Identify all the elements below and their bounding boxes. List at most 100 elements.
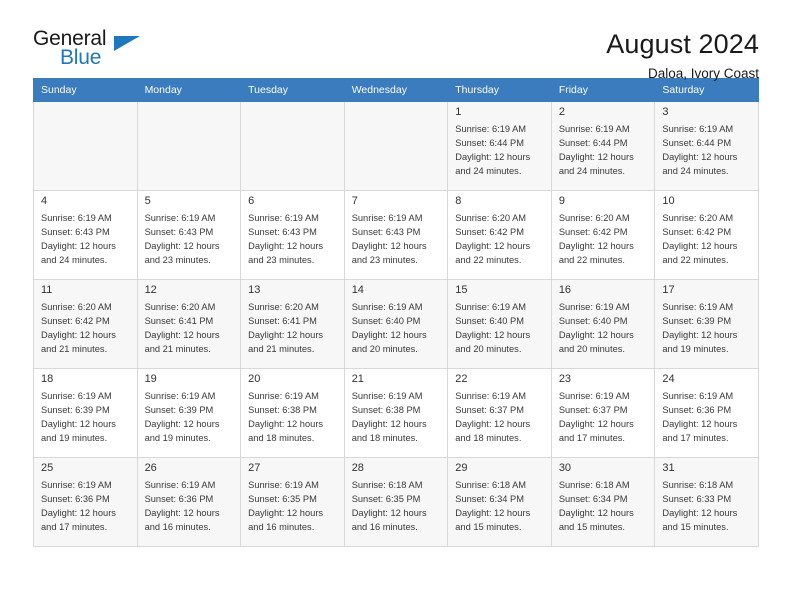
day-number: 31: [662, 462, 675, 474]
sunrise-text: Sunrise: 6:19 AM: [662, 301, 734, 312]
daylight-text-line1: Daylight: 12 hours: [41, 330, 116, 341]
calendar-day-cell[interactable]: 22 Sunrise: 6:19 AM Sunset: 6:37 PM Dayligh…: [447, 368, 552, 458]
sunrise-text: Sunrise: 6:19 AM: [144, 390, 216, 401]
calendar-day-cell[interactable]: 31 Sunrise: 6:18 AM Sunset: 6:33 PM Dayligh…: [654, 457, 759, 547]
day-detail: Sunrise: 6:19 AM Sunset: 6:43 PM Daylight:…: [248, 211, 338, 268]
calendar-day-cell[interactable]: 30 Sunrise: 6:18 AM Sunset: 6:34 PM Dayligh…: [550, 457, 656, 547]
calendar-day-cell[interactable]: 4 Sunrise: 6:19 AM Sunset: 6:43 PM Daylight…: [33, 190, 138, 280]
weekday-header-sunday: Sunday: [33, 78, 138, 102]
day-number: 1: [455, 106, 462, 118]
day-cell-content: 9 Sunrise: 6:20 AM Sunset: 6:42 PM Daylight…: [552, 191, 655, 271]
calendar-day-cell[interactable]: 13 Sunrise: 6:20 AM Sunset: 6:41 PM Dayligh…: [240, 279, 345, 369]
calendar-empty-cell: [343, 101, 449, 191]
calendar-day-cell[interactable]: 26 Sunrise: 6:19 AM Sunset: 6:36 PM Dayligh…: [136, 457, 242, 547]
calendar-day-cell[interactable]: 11 Sunrise: 6:20 AM Sunset: 6:42 PM Dayligh…: [33, 279, 138, 369]
weekday-header-thursday: Thursday: [447, 78, 552, 102]
calendar-day-cell[interactable]: 2 Sunrise: 6:19 AM Sunset: 6:44 PM Daylight…: [550, 101, 656, 191]
calendar-page: General Blue August 2024 Daloa, Ivory Co…: [0, 0, 792, 612]
day-number: 11: [41, 284, 53, 296]
daylight-text-line2: and 22 minutes.: [455, 255, 522, 266]
day-number: 4: [41, 195, 48, 207]
day-number: 16: [558, 284, 572, 296]
sunset-text: Sunset: 6:36 PM: [144, 493, 214, 504]
general-blue-logo[interactable]: General Blue: [33, 28, 153, 76]
day-cell-content: [138, 102, 241, 197]
calendar-day-cell[interactable]: 6 Sunrise: 6:19 AM Sunset: 6:43 PM Daylight…: [240, 190, 345, 280]
calendar-day-cell[interactable]: 9 Sunrise: 6:20 AM Sunset: 6:42 PM Daylight…: [550, 190, 656, 280]
sunset-text: Sunset: 6:35 PM: [248, 493, 317, 504]
daylight-text-line1: Daylight: 12 hours: [248, 508, 324, 519]
calendar-day-cell[interactable]: 10 Sunrise: 6:20 AM Sunset: 6:42 PM Dayligh…: [654, 190, 759, 280]
calendar-day-cell[interactable]: 5 Sunrise: 6:19 AM Sunset: 6:43 PM Daylight…: [136, 190, 242, 280]
sunrise-text: Sunrise: 6:19 AM: [41, 390, 112, 401]
sunset-text: Sunset: 6:42 PM: [558, 226, 628, 237]
calendar-day-cell[interactable]: 3 Sunrise: 6:19 AM Sunset: 6:44 PM Daylight…: [654, 101, 759, 191]
day-detail: Sunrise: 6:19 AM Sunset: 6:43 PM Daylight:…: [352, 211, 442, 268]
daylight-text-line1: Daylight: 12 hours: [351, 330, 427, 341]
daylight-text-line2: and 18 minutes.: [248, 433, 315, 444]
daylight-text-line2: and 16 minutes.: [144, 522, 211, 533]
calendar-day-cell[interactable]: 27 Sunrise: 6:19 AM Sunset: 6:35 PM Dayligh…: [240, 457, 345, 547]
sunset-text: Sunset: 6:33 PM: [662, 493, 732, 504]
calendar-day-cell[interactable]: 17 Sunrise: 6:19 AM Sunset: 6:39 PM Dayligh…: [654, 279, 759, 369]
calendar-day-cell[interactable]: 8 Sunrise: 6:20 AM Sunset: 6:42 PM Daylight…: [447, 190, 552, 280]
day-number: 7: [351, 195, 358, 207]
day-number: 9: [558, 195, 565, 207]
sunrise-text: Sunrise: 6:19 AM: [662, 123, 734, 134]
day-number: 15: [455, 284, 468, 296]
calendar-day-cell[interactable]: 20 Sunrise: 6:19 AM Sunset: 6:38 PM Dayligh…: [240, 368, 345, 458]
daylight-text-line1: Daylight: 12 hours: [662, 330, 738, 341]
sunrise-text: Sunrise: 6:20 AM: [248, 301, 319, 312]
day-cell-content: 28 Sunrise: 6:18 AM Sunset: 6:35 PM Dayligh…: [345, 458, 448, 538]
day-detail: Sunrise: 6:20 AM Sunset: 6:42 PM Daylight:…: [662, 211, 752, 268]
sunset-text: Sunset: 6:36 PM: [662, 404, 732, 415]
triangle-icon: [114, 36, 140, 51]
calendar-day-cell[interactable]: 29 Sunrise: 6:18 AM Sunset: 6:34 PM Dayligh…: [447, 457, 552, 547]
calendar-day-cell[interactable]: 28 Sunrise: 6:18 AM Sunset: 6:35 PM Dayligh…: [343, 457, 449, 547]
sunrise-text: Sunrise: 6:19 AM: [662, 390, 734, 401]
sunrise-text: Sunrise: 6:19 AM: [144, 212, 216, 223]
calendar-day-cell[interactable]: 7 Sunrise: 6:19 AM Sunset: 6:43 PM Daylight…: [343, 190, 449, 280]
day-number: 20: [248, 373, 261, 385]
day-detail: Sunrise: 6:18 AM Sunset: 6:35 PM Daylight:…: [352, 478, 442, 535]
daylight-text-line1: Daylight: 12 hours: [351, 241, 427, 252]
day-cell-content: 21 Sunrise: 6:19 AM Sunset: 6:38 PM Dayligh…: [345, 369, 448, 449]
daylight-text-line2: and 19 minutes.: [662, 344, 729, 355]
day-detail: Sunrise: 6:18 AM Sunset: 6:34 PM Daylight:…: [455, 478, 545, 535]
sunset-text: Sunset: 6:42 PM: [662, 226, 732, 237]
calendar-day-cell[interactable]: 19 Sunrise: 6:19 AM Sunset: 6:39 PM Dayligh…: [136, 368, 242, 458]
sunset-text: Sunset: 6:41 PM: [248, 315, 317, 326]
logo-text-blue: Blue: [60, 46, 102, 69]
calendar-day-cell[interactable]: 12 Sunrise: 6:20 AM Sunset: 6:41 PM Dayligh…: [136, 279, 242, 369]
daylight-text-line2: and 22 minutes.: [558, 255, 625, 266]
day-cell-content: 20 Sunrise: 6:19 AM Sunset: 6:38 PM Dayligh…: [241, 369, 344, 449]
calendar-day-cell[interactable]: 15 Sunrise: 6:19 AM Sunset: 6:40 PM Dayligh…: [447, 279, 552, 369]
day-detail: Sunrise: 6:19 AM Sunset: 6:43 PM Daylight:…: [145, 211, 235, 268]
calendar-day-cell[interactable]: 24 Sunrise: 6:19 AM Sunset: 6:36 PM Dayligh…: [654, 368, 759, 458]
sunset-text: Sunset: 6:43 PM: [144, 226, 214, 237]
sunset-text: Sunset: 6:35 PM: [351, 493, 421, 504]
day-detail: Sunrise: 6:18 AM Sunset: 6:33 PM Daylight:…: [662, 478, 752, 535]
calendar-day-cell[interactable]: 21 Sunrise: 6:19 AM Sunset: 6:38 PM Dayligh…: [343, 368, 449, 458]
day-number: 13: [248, 284, 261, 296]
day-cell-content: 1 Sunrise: 6:19 AM Sunset: 6:44 PM Daylight…: [448, 102, 551, 182]
calendar-day-cell[interactable]: 25 Sunrise: 6:19 AM Sunset: 6:36 PM Dayligh…: [33, 457, 138, 547]
sunrise-text: Sunrise: 6:19 AM: [248, 390, 319, 401]
daylight-text-line2: and 18 minutes.: [455, 433, 522, 444]
calendar-day-cell[interactable]: 14 Sunrise: 6:19 AM Sunset: 6:40 PM Dayligh…: [343, 279, 449, 369]
day-number: 12: [144, 284, 157, 296]
day-number: 27: [248, 462, 261, 474]
calendar-day-cell[interactable]: 16 Sunrise: 6:19 AM Sunset: 6:40 PM Dayligh…: [550, 279, 656, 369]
sunrise-text: Sunrise: 6:19 AM: [41, 212, 112, 223]
daylight-text-line2: and 24 minutes.: [455, 166, 522, 177]
calendar-week-row: 4 Sunrise: 6:19 AM Sunset: 6:43 PM Daylight…: [33, 190, 759, 280]
daylight-text-line2: and 23 minutes.: [351, 255, 418, 266]
day-cell-content: 16 Sunrise: 6:19 AM Sunset: 6:40 PM Dayligh…: [552, 280, 655, 360]
day-cell-content: 8 Sunrise: 6:20 AM Sunset: 6:42 PM Daylight…: [448, 191, 551, 271]
sunrise-text: Sunrise: 6:19 AM: [455, 390, 527, 401]
sunset-text: Sunset: 6:36 PM: [41, 493, 110, 504]
calendar-day-cell[interactable]: 18 Sunrise: 6:19 AM Sunset: 6:39 PM Dayligh…: [33, 368, 138, 458]
calendar-day-cell[interactable]: 23 Sunrise: 6:19 AM Sunset: 6:37 PM Dayligh…: [550, 368, 656, 458]
calendar-day-cell[interactable]: 1 Sunrise: 6:19 AM Sunset: 6:44 PM Daylight…: [447, 101, 552, 191]
day-number: 17: [662, 284, 675, 296]
